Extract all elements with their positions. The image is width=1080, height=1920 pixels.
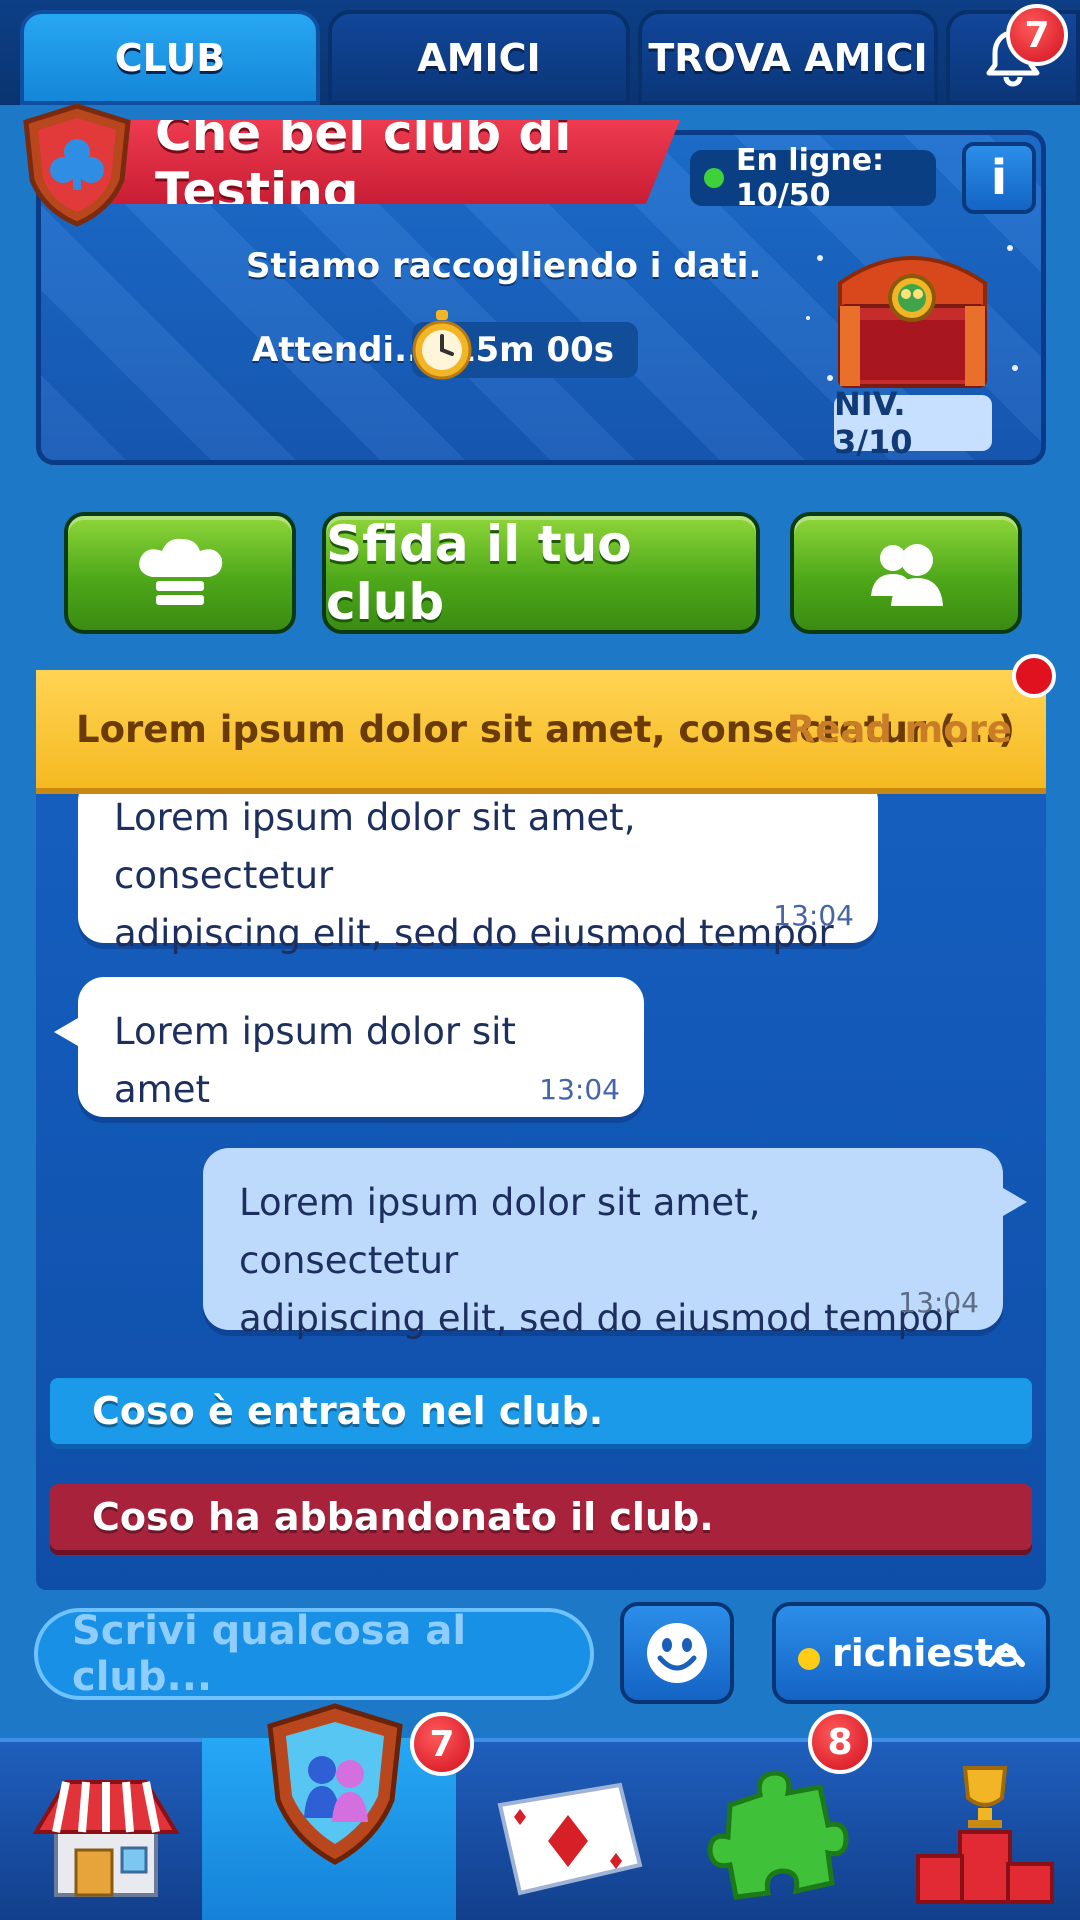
- tab-friends-label: AMICI: [417, 35, 541, 80]
- requests-dot-icon: [798, 1648, 820, 1670]
- status-line: Stiamo raccogliendo i dati.: [246, 246, 762, 286]
- club-shield-icon: [23, 103, 131, 227]
- info-icon: i: [990, 150, 1008, 206]
- cards-icon: [497, 1782, 643, 1896]
- nav-cards[interactable]: [480, 1750, 650, 1920]
- club-shield-nav-icon: [267, 1703, 403, 1865]
- podium-trophy-icon: [916, 1766, 1054, 1904]
- system-message-joined: Coso è entrato nel club.: [50, 1378, 1032, 1444]
- tab-find-friends-label: TROVA AMICI: [648, 35, 928, 80]
- chat-message-text: adipiscing elit, sed do eiusmod tempor: [239, 1297, 959, 1340]
- club-name-banner: Che bel club di Testing: [110, 120, 680, 204]
- chat-message-time: 13:04: [773, 899, 854, 932]
- club-nav-badge: 7: [410, 1712, 474, 1776]
- chat-message-time: 13:04: [898, 1286, 979, 1319]
- nav-shop[interactable]: [22, 1750, 190, 1920]
- system-message-left: Coso ha abbandonato il club.: [50, 1484, 1032, 1550]
- puzzle-nav-badge: 8: [808, 1710, 872, 1774]
- members-button[interactable]: [790, 512, 1022, 634]
- chat-message-1: Lorem ipsum dolor sit amet, consectetur …: [78, 775, 878, 955]
- tab-club-label: CLUB: [114, 35, 226, 80]
- club-level: NIV. 3/10: [834, 385, 913, 461]
- online-count: En ligne: 10/50: [736, 143, 885, 213]
- nav-club[interactable]: [250, 1700, 420, 1870]
- chef-hat-icon: [139, 538, 223, 605]
- chef-button[interactable]: [64, 512, 296, 634]
- chat-message-2: Lorem ipsum dolor sit amet 13:04: [78, 977, 644, 1117]
- unread-dot-icon: [1012, 654, 1056, 698]
- puzzle-icon: [707, 1770, 849, 1900]
- bubble-tail: [54, 1018, 78, 1046]
- smiley-icon: [647, 1623, 707, 1683]
- members-icon: [871, 544, 943, 606]
- chat-message-text: Lorem ipsum dolor sit amet, consectetur: [239, 1181, 761, 1282]
- emoji-button[interactable]: [620, 1602, 734, 1704]
- bubble-tail: [1003, 1188, 1027, 1216]
- wait-label: Attendi...: [252, 330, 433, 370]
- chat-message-text: Lorem ipsum dolor sit amet, consectetur: [114, 796, 636, 897]
- challenge-club-label: Sfida il tuo club: [326, 515, 632, 631]
- chat-message-3: Lorem ipsum dolor sit amet, consectetur …: [203, 1148, 1003, 1340]
- club-info-button[interactable]: i: [962, 142, 1036, 214]
- club-chest-icon[interactable]: [800, 228, 1025, 403]
- club-name: Che bel club di Testing: [155, 104, 572, 220]
- shop-icon: [32, 1780, 180, 1897]
- challenge-club-button[interactable]: Sfida il tuo club: [322, 512, 760, 634]
- requests-button[interactable]: richieste: [772, 1602, 1050, 1704]
- tab-friends[interactable]: AMICI: [328, 10, 630, 105]
- chat-message-time: 13:04: [539, 1073, 620, 1106]
- online-dot-icon: [704, 168, 724, 188]
- read-more-link[interactable]: Read more: [787, 708, 1012, 751]
- chat-message-text: adipiscing elit, sed do eiusmod tempor: [114, 912, 834, 955]
- timer-value: 15m 00s: [451, 330, 614, 370]
- chat-message-text: Lorem ipsum dolor sit amet: [114, 1010, 516, 1111]
- stopwatch-icon: [412, 310, 472, 380]
- nav-leaderboard[interactable]: [900, 1750, 1070, 1920]
- chat-message-input[interactable]: Scrivi qualcosa al club...: [34, 1608, 594, 1700]
- tab-find-friends[interactable]: TROVA AMICI: [638, 10, 938, 105]
- pinned-notice[interactable]: Lorem ipsum dolor sit amet, consectetur …: [36, 670, 1046, 788]
- club-level-badge: NIV. 3/10: [834, 385, 992, 461]
- chat-input-placeholder: Scrivi qualcosa al club...: [72, 1608, 467, 1700]
- chevron-up-icon: [987, 1643, 1025, 1667]
- tab-club[interactable]: CLUB: [20, 10, 320, 105]
- online-count-pill: En ligne: 10/50: [690, 143, 936, 213]
- notifications-badge: 7: [1006, 4, 1068, 66]
- nav-puzzle[interactable]: [690, 1750, 860, 1920]
